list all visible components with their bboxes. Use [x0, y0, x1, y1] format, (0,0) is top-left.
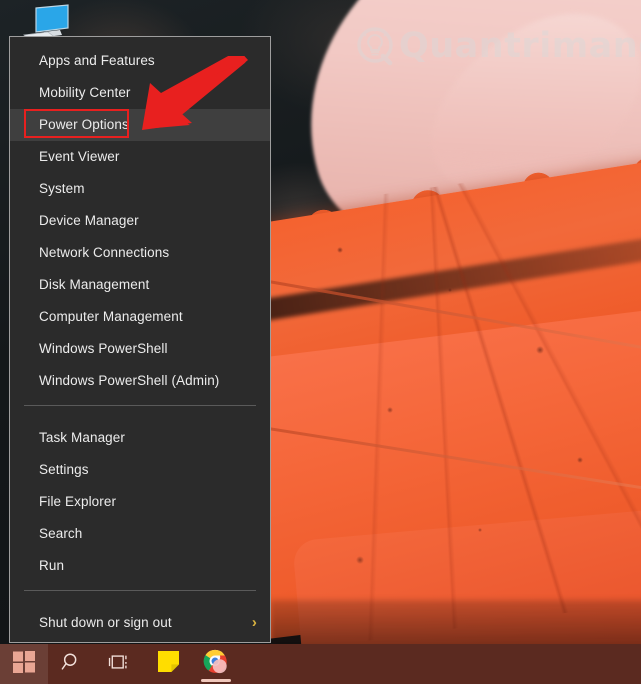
menu-item-mobility-center[interactable]: Mobility Center: [10, 77, 270, 109]
menu-item-search[interactable]: Search: [10, 518, 270, 550]
menu-item-task-manager[interactable]: Task Manager: [10, 422, 270, 454]
windows-logo-icon: [13, 650, 35, 678]
chrome-button[interactable]: [192, 644, 240, 684]
menu-item-power-options[interactable]: Power Options: [10, 109, 270, 141]
menu-item-disk-management[interactable]: Disk Management: [10, 269, 270, 301]
menu-item-shut-down-or-sign-out[interactable]: Shut down or sign out ›: [10, 607, 270, 639]
task-view-icon: [108, 652, 132, 677]
menu-item-event-viewer[interactable]: Event Viewer: [10, 141, 270, 173]
menu-group-system-tools: Apps and Features Mobility Center Power …: [10, 45, 270, 397]
menu-item-file-explorer[interactable]: File Explorer: [10, 486, 270, 518]
wallpaper-leaf-spots: [300, 230, 641, 610]
menu-item-device-manager[interactable]: Device Manager: [10, 205, 270, 237]
menu-item-apps-and-features[interactable]: Apps and Features: [10, 45, 270, 77]
menu-group-shell: Task Manager Settings File Explorer Sear…: [10, 422, 270, 582]
sticky-notes-button[interactable]: [144, 644, 192, 684]
menu-item-label: Shut down or sign out: [39, 615, 172, 630]
menu-item-network-connections[interactable]: Network Connections: [10, 237, 270, 269]
desktop-screen: Quantrimang Apps and Features Mobility C…: [0, 0, 641, 684]
task-view-button[interactable]: [96, 644, 144, 684]
sticky-note-icon: [157, 651, 179, 677]
search-icon: [61, 651, 83, 678]
search-button[interactable]: [48, 644, 96, 684]
menu-item-settings[interactable]: Settings: [10, 454, 270, 486]
menu-item-windows-powershell-admin[interactable]: Windows PowerShell (Admin): [10, 365, 270, 397]
menu-item-windows-powershell[interactable]: Windows PowerShell: [10, 333, 270, 365]
menu-separator-1: [10, 405, 270, 422]
menu-item-computer-management[interactable]: Computer Management: [10, 301, 270, 333]
taskbar: [0, 644, 641, 684]
menu-item-run[interactable]: Run: [10, 550, 270, 582]
chrome-icon: [203, 649, 229, 680]
menu-separator-2: [10, 590, 270, 607]
chevron-right-icon: ›: [251, 614, 257, 631]
winx-quick-link-menu: Apps and Features Mobility Center Power …: [9, 36, 271, 662]
menu-item-system[interactable]: System: [10, 173, 270, 205]
start-button[interactable]: [0, 644, 48, 684]
